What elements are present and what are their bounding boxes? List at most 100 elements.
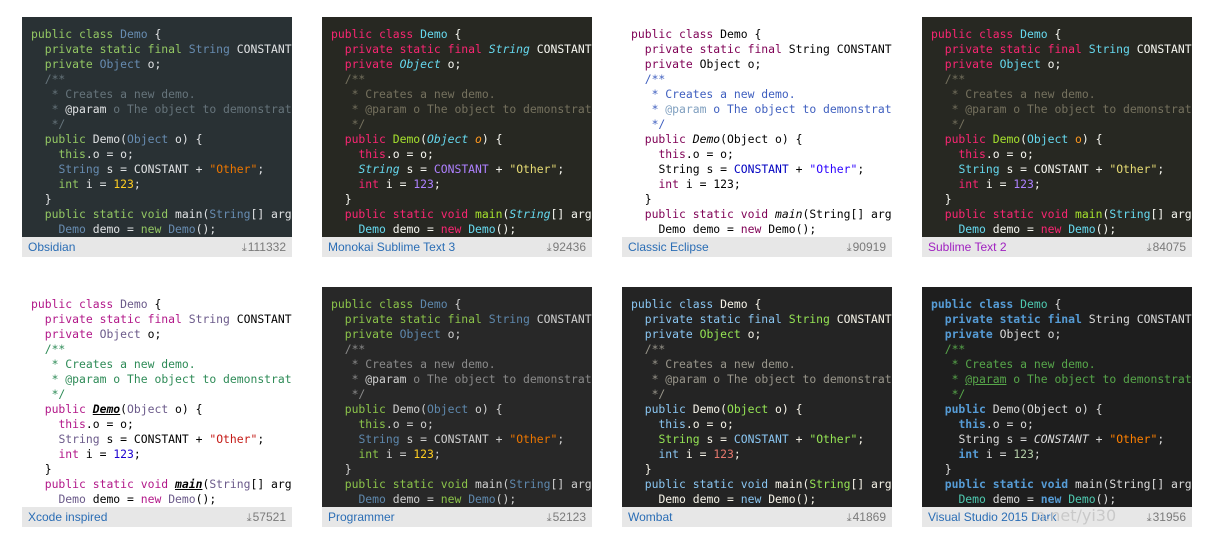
theme-card[interactable]: public class Demo { private static final… [322, 17, 592, 257]
code-token: this [58, 417, 86, 431]
code-token: Demo [768, 492, 796, 506]
code-token: } [931, 462, 952, 476]
code-token: o; [140, 327, 162, 341]
theme-name-link[interactable]: Wombat [628, 507, 672, 527]
code-token: "Other" [209, 432, 258, 446]
theme-preview[interactable]: public class Demo { private static final… [322, 17, 592, 237]
code-token: .o = o; [385, 417, 434, 431]
code-token: + [1088, 162, 1110, 176]
theme-preview[interactable]: public class Demo { private static final… [22, 287, 292, 507]
code-line: this.o = o; [931, 147, 1033, 161]
code-token: private [44, 57, 100, 71]
code-token: Demo [692, 132, 721, 146]
theme-preview[interactable]: public class Demo { private static final… [622, 17, 892, 237]
code-token: new [1040, 222, 1069, 236]
code-line: this.o = o; [331, 147, 433, 161]
theme-preview[interactable]: public class Demo { private static final… [922, 17, 1192, 237]
code-line: private Object o; [331, 327, 462, 341]
code-token: 123 [713, 177, 734, 191]
code-token: ( [720, 132, 728, 146]
code-token: String [1088, 312, 1130, 326]
code-token: ( [120, 132, 128, 146]
theme-name-link[interactable]: Xcode inspired [28, 507, 107, 527]
code-token: CONSTANT [433, 432, 489, 446]
code-token: Demo [168, 492, 196, 506]
code-token: .o = o; [685, 147, 734, 161]
code-token: ; [133, 447, 141, 461]
code-line: Demo demo = new Demo(); [931, 492, 1116, 506]
code-token: ; [1033, 177, 1041, 191]
theme-name-link[interactable]: Classic Eclipse [628, 237, 709, 257]
theme-preview[interactable]: public class Demo { private static final… [22, 17, 292, 237]
code-token: (); [1095, 492, 1117, 506]
code-token: @param [365, 102, 407, 116]
theme-card[interactable]: public class Demo { private static final… [922, 287, 1192, 527]
theme-name-link[interactable]: Monokai Sublime Text 3 [328, 237, 455, 257]
code-line: int i = 123; [931, 177, 1041, 191]
code-token: "Other" [1109, 162, 1158, 176]
code-token: (); [495, 222, 517, 236]
code-token: Demo [768, 222, 796, 236]
code-line: private static final String CONSTANT [631, 312, 892, 326]
code-token: this [358, 147, 386, 161]
code-line: public Demo(Object o) { [31, 402, 203, 416]
code-token: public static void [344, 477, 476, 491]
code-token: demo = [85, 222, 141, 236]
download-count-value: 92436 [552, 240, 586, 254]
code-line: public Demo(Object o) { [631, 402, 803, 416]
code-sample: public class Demo { private static final… [331, 27, 592, 237]
theme-card[interactable]: public class Demo { private static final… [22, 17, 292, 257]
code-token: ) { [1081, 402, 1103, 416]
code-line: public static void main(String[] args [931, 207, 1192, 221]
code-line: private Object o; [631, 327, 762, 341]
code-token: */ [331, 117, 366, 131]
code-sample: public class Demo { private static final… [31, 27, 292, 237]
code-token: o The object to demonstrate [1006, 372, 1192, 386]
code-token: CONSTANT [733, 432, 789, 446]
code-line: /** [331, 342, 366, 356]
theme-card[interactable]: public class Demo { private static final… [322, 287, 592, 527]
code-token: } [31, 462, 52, 476]
code-line: public class Demo { [331, 27, 461, 41]
code-line: * @param o The object to demonstrate [631, 372, 892, 386]
code-token: * [331, 372, 366, 386]
code-token: * Creates a new demo. [631, 357, 796, 371]
code-token: } [31, 192, 52, 206]
theme-card[interactable]: public class Demo { private static final… [622, 17, 892, 257]
code-token: s = [999, 162, 1034, 176]
code-line: /** [631, 342, 666, 356]
theme-footer: Wombat ⤓41869 [622, 507, 892, 527]
code-line: public static void main(String[] args [331, 477, 592, 491]
theme-name-link[interactable]: Programmer [328, 507, 395, 527]
code-token: String [209, 477, 251, 491]
code-token: } [631, 462, 652, 476]
code-token: CONSTANT [133, 432, 189, 446]
code-token: demo = [385, 222, 441, 236]
theme-preview[interactable]: public class Demo { private static final… [322, 287, 592, 507]
code-token: o; [140, 57, 162, 71]
code-token: String [958, 432, 1000, 446]
code-line: int i = 123; [331, 177, 440, 191]
theme-card[interactable]: public class Demo { private static final… [622, 287, 892, 527]
code-token: + [788, 162, 810, 176]
code-line: String s = CONSTANT + "Other"; [931, 162, 1164, 176]
theme-preview[interactable]: public class Demo { private static final… [622, 287, 892, 507]
code-token: demo = [385, 492, 441, 506]
theme-name-link[interactable]: Obsidian [28, 237, 75, 257]
download-count-value: 111332 [247, 240, 286, 254]
code-token: Demo [58, 222, 86, 236]
theme-preview[interactable]: public class Demo { private static final… [922, 287, 1192, 507]
theme-card[interactable]: public class Demo { private static final… [922, 17, 1192, 257]
theme-name-link[interactable]: Sublime Text 2 [928, 237, 1007, 257]
code-token: i = [679, 177, 714, 191]
code-line: public static void main(String[] args [631, 207, 892, 221]
code-token: * Creates a new demo. [31, 357, 196, 371]
code-token: public class [331, 297, 421, 311]
theme-card[interactable]: public class Demo { private static final… [22, 287, 292, 527]
code-line: } [631, 462, 652, 476]
code-token: String [809, 207, 851, 221]
code-token: + [488, 162, 510, 176]
